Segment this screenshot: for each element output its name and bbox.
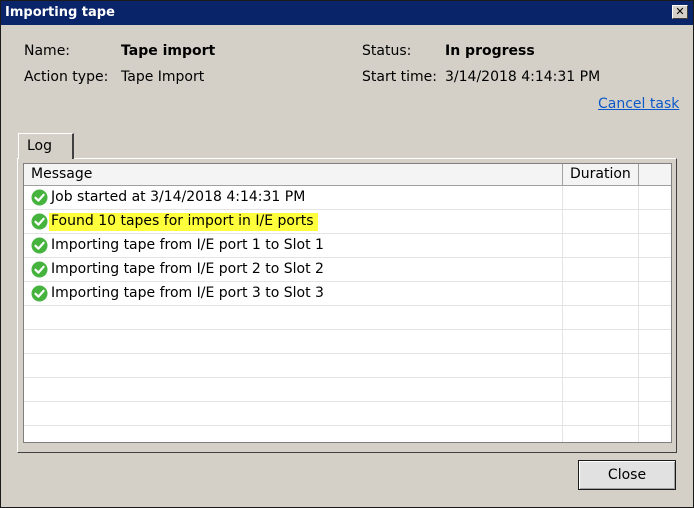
duration-cell: [563, 186, 639, 209]
empty-row[interactable]: [24, 378, 671, 402]
table-row[interactable]: Job started at 3/14/2018 4:14:31 PM: [24, 186, 671, 210]
log-message-text: Found 10 tapes for import in I/E ports: [49, 213, 318, 231]
message-cell: [24, 306, 563, 329]
table-row[interactable]: Importing tape from I/E port 1 to Slot 1: [24, 234, 671, 258]
empty-row[interactable]: [24, 354, 671, 378]
message-cell: [24, 330, 563, 353]
log-message-text: Job started at 3/14/2018 4:14:31 PM: [51, 189, 306, 205]
title-bar[interactable]: Importing tape ✕: [1, 1, 693, 25]
status-label: Status:: [362, 43, 412, 59]
duration-cell: [563, 234, 639, 257]
start-time-label: Start time:: [362, 69, 437, 85]
message-cell: Job started at 3/14/2018 4:14:31 PM: [24, 186, 563, 209]
duration-cell: [563, 426, 639, 442]
start-time-value: 3/14/2018 4:14:31 PM: [445, 69, 601, 85]
window-title: Importing tape: [5, 5, 115, 20]
empty-row[interactable]: [24, 402, 671, 426]
name-value: Tape import: [121, 43, 216, 59]
message-cell: [24, 426, 563, 442]
column-header-duration-label: Duration: [570, 166, 631, 182]
status-value: In progress: [445, 43, 535, 59]
name-label: Name:: [24, 43, 71, 59]
check-success-icon: [31, 261, 48, 278]
close-window-button[interactable]: ✕: [672, 5, 688, 19]
check-success-icon: [31, 189, 48, 206]
importing-tape-dialog: Importing tape ✕ Name: Tape import Actio…: [0, 0, 694, 508]
action-type-label: Action type:: [24, 69, 109, 85]
duration-cell: [563, 282, 639, 305]
close-button[interactable]: Close: [578, 460, 676, 490]
cancel-task-link[interactable]: Cancel task: [598, 95, 679, 113]
duration-cell: [563, 210, 639, 233]
action-type-value: Tape Import: [121, 69, 205, 85]
message-cell: [24, 354, 563, 377]
column-header-message[interactable]: Message: [24, 164, 563, 185]
column-header-message-label: Message: [31, 166, 93, 182]
check-success-icon: [31, 285, 48, 302]
check-success-icon: [31, 213, 48, 230]
message-cell: Importing tape from I/E port 3 to Slot 3: [24, 282, 563, 305]
table-row[interactable]: Importing tape from I/E port 3 to Slot 3: [24, 282, 671, 306]
empty-row[interactable]: [24, 426, 671, 442]
log-grid-header: Message Duration: [24, 164, 671, 186]
check-success-icon: [31, 237, 48, 254]
table-row[interactable]: Found 10 tapes for import in I/E ports: [24, 210, 671, 234]
duration-cell: [563, 378, 639, 401]
duration-cell: [563, 306, 639, 329]
log-message-text: Importing tape from I/E port 1 to Slot 1: [51, 237, 324, 253]
message-cell: [24, 402, 563, 425]
log-message-text: Importing tape from I/E port 2 to Slot 2: [51, 261, 324, 277]
empty-row[interactable]: [24, 330, 671, 354]
duration-cell: [563, 354, 639, 377]
message-cell: Importing tape from I/E port 1 to Slot 1: [24, 234, 563, 257]
column-header-filler: [639, 164, 671, 185]
duration-cell: [563, 330, 639, 353]
empty-row[interactable]: [24, 306, 671, 330]
message-cell: [24, 378, 563, 401]
table-row[interactable]: Importing tape from I/E port 2 to Slot 2: [24, 258, 671, 282]
log-message-text: Importing tape from I/E port 3 to Slot 3: [51, 285, 324, 301]
close-icon: ✕: [675, 5, 685, 18]
log-grid[interactable]: Message Duration Job started at 3/14/201…: [23, 163, 672, 443]
message-cell: Importing tape from I/E port 2 to Slot 2: [24, 258, 563, 281]
tab-log[interactable]: Log: [18, 133, 74, 159]
duration-cell: [563, 258, 639, 281]
tab-log-label: Log: [27, 138, 53, 154]
column-header-duration[interactable]: Duration: [563, 164, 639, 185]
duration-cell: [563, 402, 639, 425]
message-cell: Found 10 tapes for import in I/E ports: [24, 210, 563, 233]
